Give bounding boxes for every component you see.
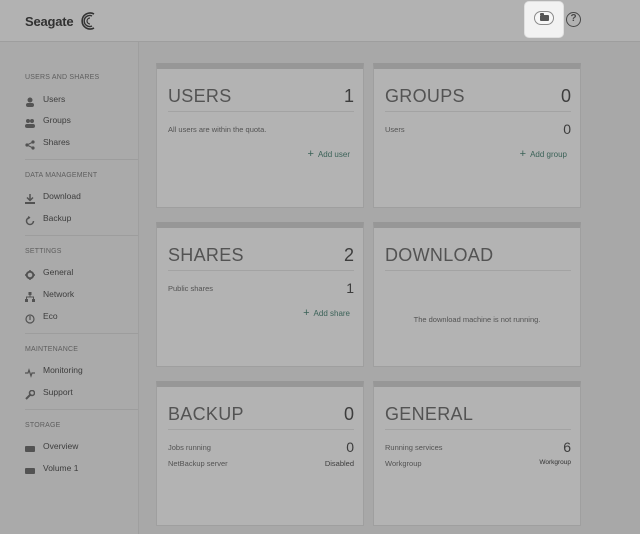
- file-browser-button[interactable]: [534, 11, 554, 25]
- modal-overlay[interactable]: [0, 0, 640, 534]
- highlighted-file-browser-area: [525, 2, 563, 37]
- folder-icon: [540, 13, 549, 21]
